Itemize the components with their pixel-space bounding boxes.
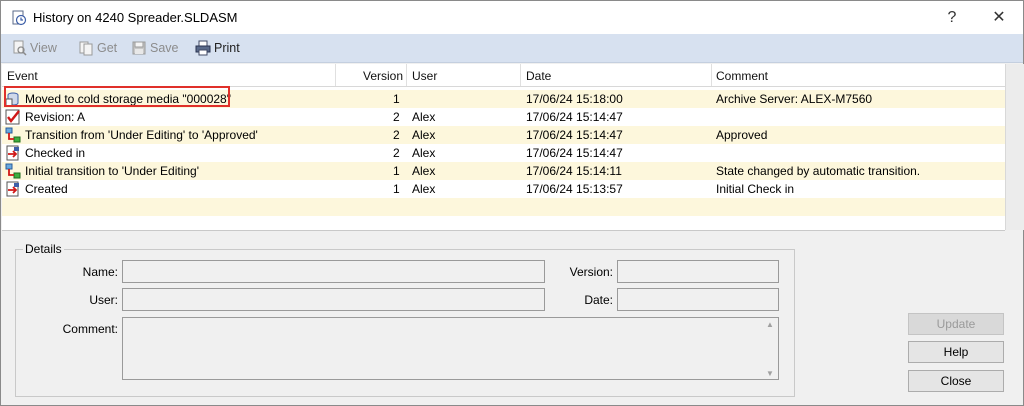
column-event[interactable]: Event bbox=[7, 69, 38, 83]
date-cell: 17/06/24 15:14:47 bbox=[526, 146, 623, 160]
date-cell: 17/06/24 15:18:00 bbox=[526, 92, 623, 106]
print-label: Print bbox=[214, 41, 240, 55]
user-cell: Alex bbox=[412, 128, 436, 142]
revision-check-icon bbox=[5, 109, 20, 125]
date-field[interactable] bbox=[617, 288, 779, 311]
highlight-annotation bbox=[4, 86, 230, 107]
event-cell: Created bbox=[25, 182, 68, 196]
table-row[interactable]: Created 1 Alex 17/06/24 15:13:57 Initial… bbox=[2, 180, 1005, 198]
table-row-empty bbox=[2, 198, 1005, 216]
print-tool-button[interactable]: Print bbox=[195, 39, 240, 57]
date-cell: 17/06/24 15:14:47 bbox=[526, 110, 623, 124]
comment-cell: Approved bbox=[716, 128, 768, 142]
title-bar: History on 4240 Spreader.SLDASM ? ✕ bbox=[1, 1, 1023, 34]
history-icon bbox=[12, 10, 27, 26]
workflow-transition-icon bbox=[5, 127, 21, 143]
save-label: Save bbox=[150, 41, 179, 55]
get-icon bbox=[79, 41, 93, 56]
scroll-up-icon[interactable]: ▲ bbox=[762, 320, 778, 329]
close-title-button[interactable]: ✕ bbox=[984, 5, 1014, 31]
comment-scrollbar[interactable]: ▲ ▼ bbox=[762, 318, 778, 379]
user-label: User: bbox=[89, 293, 118, 307]
get-label: Get bbox=[97, 41, 118, 55]
event-cell: Checked in bbox=[25, 146, 86, 160]
date-cell: 17/06/24 15:13:57 bbox=[526, 182, 623, 196]
column-version[interactable]: Version bbox=[363, 69, 403, 83]
window-title: History on 4240 Spreader.SLDASM bbox=[33, 10, 238, 25]
save-tool-button[interactable]: Save bbox=[131, 39, 179, 57]
table-row[interactable]: Transition from 'Under Editing' to 'Appr… bbox=[2, 126, 1005, 144]
date-cell: 17/06/24 15:14:47 bbox=[526, 128, 623, 142]
details-legend: Details bbox=[23, 242, 64, 256]
print-icon bbox=[195, 40, 211, 56]
version-cell: 1 bbox=[393, 164, 400, 178]
view-icon bbox=[13, 40, 27, 56]
date-label: Date: bbox=[584, 293, 613, 307]
version-cell: 2 bbox=[393, 146, 400, 160]
table-header: Event Version User Date Comment bbox=[2, 64, 1005, 87]
table-row[interactable]: Initial transition to 'Under Editing' 1 … bbox=[2, 162, 1005, 180]
version-cell: 2 bbox=[393, 128, 400, 142]
comment-label: Comment: bbox=[62, 322, 118, 336]
table-row[interactable]: Checked in 2 Alex 17/06/24 15:14:47 bbox=[2, 144, 1005, 162]
check-in-icon bbox=[6, 181, 19, 197]
name-field[interactable] bbox=[122, 260, 545, 283]
name-label: Name: bbox=[82, 265, 118, 279]
version-label: Version: bbox=[569, 265, 613, 279]
table-scrollbar[interactable] bbox=[1005, 64, 1024, 230]
scroll-down-icon[interactable]: ▼ bbox=[762, 369, 778, 378]
event-cell: Transition from 'Under Editing' to 'Appr… bbox=[25, 128, 258, 142]
version-field[interactable] bbox=[617, 260, 779, 283]
comment-cell: State changed by automatic transition. bbox=[716, 164, 921, 178]
view-tool-button[interactable]: View bbox=[11, 39, 57, 57]
comment-cell: Archive Server: ALEX-M7560 bbox=[716, 92, 873, 106]
check-in-icon bbox=[6, 145, 19, 161]
close-button[interactable]: Close bbox=[908, 370, 1004, 392]
user-cell: Alex bbox=[412, 182, 436, 196]
get-tool-button[interactable]: Get bbox=[78, 39, 117, 57]
help-button[interactable]: Help bbox=[908, 341, 1004, 363]
user-cell: Alex bbox=[412, 146, 436, 160]
version-cell: 1 bbox=[393, 92, 400, 106]
column-user[interactable]: User bbox=[412, 69, 437, 83]
event-cell: Initial transition to 'Under Editing' bbox=[25, 164, 200, 178]
workflow-transition-icon bbox=[5, 163, 21, 179]
history-dialog: History on 4240 Spreader.SLDASM ? ✕ View… bbox=[0, 0, 1024, 406]
toolbar: View Get Save Print bbox=[1, 34, 1023, 63]
help-title-button[interactable]: ? bbox=[937, 5, 967, 31]
column-comment[interactable]: Comment bbox=[716, 69, 768, 83]
column-date[interactable]: Date bbox=[526, 69, 551, 83]
event-cell: Revision: A bbox=[25, 110, 86, 124]
update-button[interactable]: Update bbox=[908, 313, 1004, 335]
date-cell: 17/06/24 15:14:11 bbox=[526, 164, 622, 178]
user-field[interactable] bbox=[122, 288, 545, 311]
view-label: View bbox=[30, 41, 57, 55]
version-cell: 1 bbox=[393, 182, 400, 196]
user-cell: Alex bbox=[412, 110, 436, 124]
save-icon bbox=[132, 41, 146, 55]
comment-field[interactable]: ▲ ▼ bbox=[122, 317, 779, 380]
comment-cell: Initial Check in bbox=[716, 182, 795, 196]
user-cell: Alex bbox=[412, 164, 436, 178]
table-row[interactable]: Revision: A 2 Alex 17/06/24 15:14:47 bbox=[2, 108, 1005, 126]
version-cell: 2 bbox=[393, 110, 400, 124]
